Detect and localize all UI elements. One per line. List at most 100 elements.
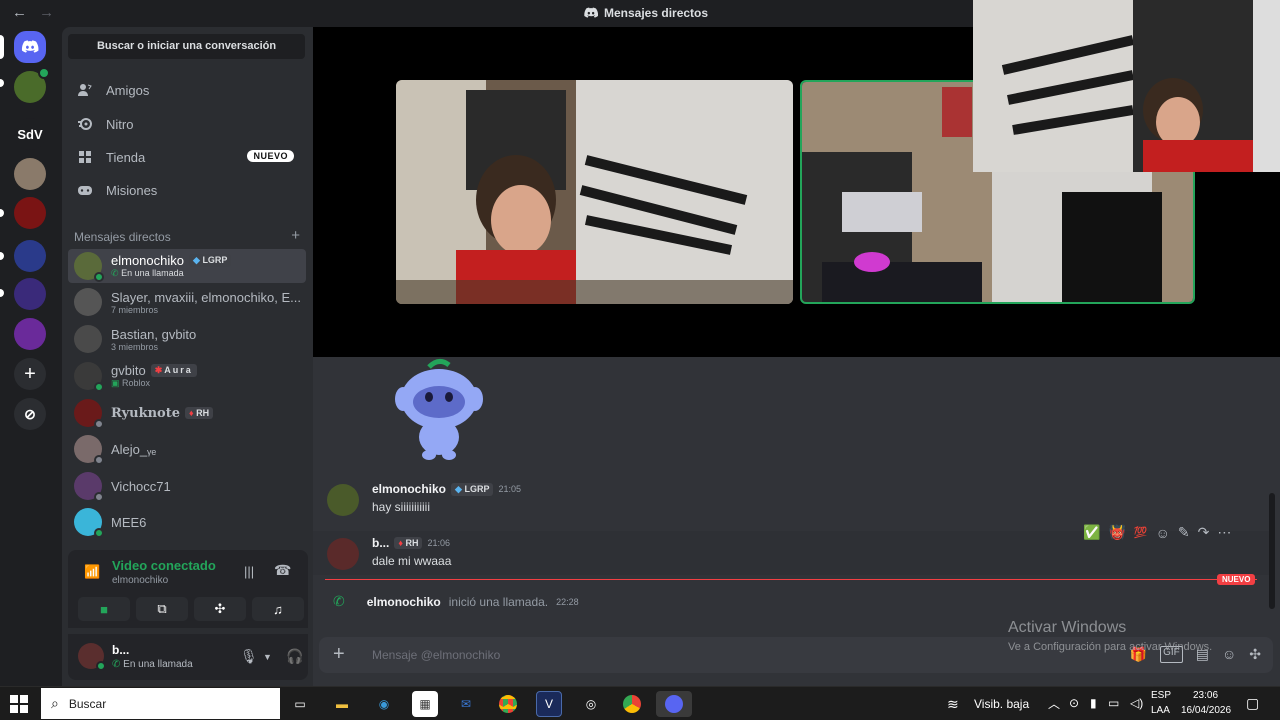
mic-tray-icon[interactable]: ▮ bbox=[1090, 696, 1097, 710]
screen-share-button[interactable]: ⧉ bbox=[136, 597, 188, 621]
server-icon[interactable] bbox=[14, 197, 46, 229]
camera-button[interactable]: ■ bbox=[78, 597, 130, 621]
onedrive-icon[interactable]: ⊙ bbox=[1069, 696, 1079, 710]
signal-icon[interactable]: 📶 bbox=[84, 564, 100, 580]
emoji-icon[interactable]: ☺ bbox=[1222, 646, 1236, 663]
add-dm-icon[interactable]: + bbox=[291, 228, 300, 244]
volume-icon[interactable]: ◁) bbox=[1130, 696, 1143, 710]
clock-time[interactable]: 23:06 bbox=[1193, 690, 1218, 701]
explore-servers-button[interactable]: ⊘ bbox=[14, 398, 46, 430]
video-tile-user[interactable] bbox=[396, 80, 793, 304]
nav-friends[interactable]: Amigos bbox=[68, 75, 306, 105]
user-name[interactable]: b... bbox=[112, 643, 129, 657]
unread-pill bbox=[0, 252, 4, 260]
dm-item-group-slayer[interactable]: Slayer, mvaxiii, elmonochiko, E... 7 mie… bbox=[68, 285, 306, 319]
clock-date[interactable]: 16/04/2026 bbox=[1181, 705, 1231, 716]
author-avatar[interactable] bbox=[327, 484, 359, 516]
dm-item-elmonochiko[interactable]: elmonochiko ◆ LGRP ✆ En una llamada bbox=[68, 249, 306, 283]
author-name[interactable]: elmonochiko bbox=[367, 595, 441, 609]
nav-quests[interactable]: Misiones bbox=[68, 175, 306, 205]
add-reaction-icon[interactable]: ☺ bbox=[1156, 525, 1170, 541]
server-sdv[interactable]: SdV bbox=[14, 118, 46, 150]
store-icon[interactable]: ▦ bbox=[412, 691, 438, 717]
forward-icon[interactable]: ↷ bbox=[1198, 524, 1210, 541]
weather-text[interactable]: Visib. baja bbox=[974, 697, 1029, 711]
arrow-right-icon[interactable]: → bbox=[39, 4, 54, 21]
chrome-icon[interactable] bbox=[495, 691, 521, 717]
network-icon[interactable]: ▭ bbox=[1108, 696, 1119, 710]
dm-item-vichocc71[interactable]: Vichocc71 bbox=[68, 469, 306, 503]
dm-name: elmonochiko bbox=[111, 253, 184, 268]
edge-icon[interactable]: ◉ bbox=[371, 691, 397, 717]
add-server-button[interactable]: + bbox=[14, 358, 46, 390]
taskbar-search[interactable]: ⌕ Buscar bbox=[41, 688, 280, 719]
server-icon[interactable] bbox=[14, 67, 50, 103]
activities-button[interactable]: ✣ bbox=[194, 597, 246, 621]
file-explorer-icon[interactable]: ▬ bbox=[329, 691, 355, 717]
check-reaction-icon[interactable]: ✅ bbox=[1083, 524, 1100, 541]
chevron-down-icon[interactable]: ▼ bbox=[263, 652, 272, 662]
chevron-up-icon[interactable]: ︿ bbox=[1048, 695, 1060, 712]
dm-name: Ryuknote bbox=[111, 405, 180, 421]
activity: Roblox bbox=[122, 378, 151, 388]
server-rail: SdV + ⊘ bbox=[0, 27, 62, 686]
group-avatar bbox=[74, 325, 102, 353]
dm-item-ryuknote[interactable]: Ryuknote ♦ RH bbox=[68, 396, 306, 430]
mail-icon[interactable]: ✉ bbox=[453, 691, 479, 717]
arrow-left-icon[interactable]: ← bbox=[12, 4, 27, 21]
message-input[interactable]: Mensaje @elmonochiko bbox=[372, 648, 500, 662]
edit-icon[interactable]: ✎ bbox=[1178, 524, 1190, 541]
windows-start-icon[interactable] bbox=[10, 695, 28, 713]
user-avatar[interactable] bbox=[78, 643, 106, 671]
server-icon[interactable] bbox=[14, 318, 46, 350]
chrome-profile-icon[interactable] bbox=[619, 691, 645, 717]
dm-item-group-bastian[interactable]: Bastian, gvbito 3 miembros bbox=[68, 322, 306, 356]
disconnect-icon[interactable]: ☎ bbox=[274, 562, 291, 579]
quests-icon bbox=[76, 181, 94, 199]
author-name[interactable]: elmonochiko bbox=[372, 482, 446, 496]
discord-home-button[interactable] bbox=[14, 31, 46, 63]
author-avatar[interactable] bbox=[327, 538, 359, 570]
soundboard-button[interactable]: ♫ bbox=[252, 597, 304, 621]
notification-icon[interactable]: ▢ bbox=[1246, 695, 1259, 712]
wumpus-sticker bbox=[395, 359, 483, 460]
camera-icon: ■ bbox=[100, 601, 108, 617]
more-icon[interactable]: ⋯ bbox=[1217, 524, 1231, 541]
plus-icon[interactable]: + bbox=[333, 643, 345, 666]
language-indicator[interactable]: ESP bbox=[1151, 690, 1171, 701]
game-icon: ▣ bbox=[111, 378, 120, 388]
noise-suppression-icon[interactable]: ||| bbox=[244, 564, 254, 579]
voice-connection-panel: 📶 Video conectado elmonochiko ||| ☎ ■ ⧉ … bbox=[68, 550, 308, 628]
headset-icon[interactable]: 🎧 bbox=[286, 648, 303, 665]
server-icon[interactable] bbox=[14, 158, 46, 190]
picture-in-picture-video[interactable] bbox=[973, 0, 1280, 172]
apps-icon[interactable]: ✣ bbox=[1249, 646, 1261, 663]
guild-tag: ◆ LGRP bbox=[451, 482, 494, 496]
hundred-reaction-icon[interactable]: 💯 bbox=[1134, 526, 1148, 539]
plus-icon: + bbox=[24, 362, 36, 385]
guild-tag: ♦ RH bbox=[394, 537, 423, 549]
scrollbar[interactable] bbox=[1269, 493, 1275, 609]
dm-item-alejo[interactable]: Alejo_ᵧₑ bbox=[68, 432, 306, 466]
nav-nitro[interactable]: Nitro bbox=[68, 109, 306, 139]
nav-shop[interactable]: Tienda NUEVO bbox=[68, 142, 306, 172]
devil-reaction-icon[interactable]: 👹 bbox=[1108, 524, 1125, 541]
server-allstars[interactable] bbox=[14, 240, 46, 272]
mic-icon[interactable]: 🎙 bbox=[240, 648, 258, 665]
obs-icon[interactable]: ◎ bbox=[578, 691, 604, 717]
avatar bbox=[74, 362, 104, 392]
voice-status[interactable]: Video conectado bbox=[112, 558, 216, 573]
keyboard-layout[interactable]: LAA bbox=[1151, 705, 1170, 716]
task-view-icon[interactable]: ▭ bbox=[287, 691, 313, 717]
user-status: En una llamada bbox=[123, 659, 193, 670]
server-icon[interactable] bbox=[14, 278, 46, 310]
vegas-icon[interactable]: V bbox=[536, 691, 562, 717]
nav-label: Tienda bbox=[106, 149, 146, 165]
dm-item-gvbito[interactable]: gvbito ✱Aura ▣ Roblox bbox=[68, 359, 306, 393]
server-label: SdV bbox=[17, 126, 43, 142]
weather-icon[interactable]: ≋ bbox=[947, 696, 959, 713]
author-name[interactable]: b... bbox=[372, 536, 389, 550]
discord-taskbar-icon[interactable] bbox=[656, 691, 692, 717]
search-conversation-button[interactable]: Buscar o iniciar una conversación bbox=[68, 34, 305, 59]
dm-item-mee6[interactable]: MEE6 bbox=[68, 505, 306, 539]
